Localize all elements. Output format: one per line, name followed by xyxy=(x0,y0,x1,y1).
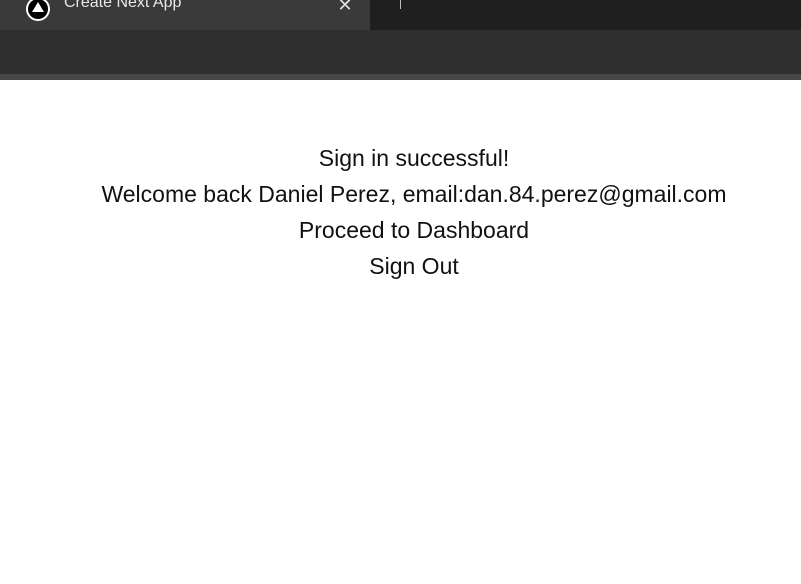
browser-chrome: Create Next App ✕ xyxy=(0,0,801,80)
tab-divider xyxy=(400,0,401,9)
welcome-message: Welcome back Daniel Perez, email:dan.84.… xyxy=(101,181,727,207)
browser-toolbar xyxy=(0,30,801,74)
proceed-to-dashboard-link[interactable]: Proceed to Dashboard xyxy=(299,215,529,245)
tab-strip: Create Next App ✕ xyxy=(0,0,801,30)
page-content: Sign in successful! Welcome back Daniel … xyxy=(0,80,801,584)
tab-title: Create Next App xyxy=(64,0,182,11)
sign-in-status-text: Sign in successful! xyxy=(318,145,510,171)
nextjs-logo-icon xyxy=(26,0,50,21)
close-icon[interactable]: ✕ xyxy=(336,0,354,14)
active-tab[interactable]: Create Next App ✕ xyxy=(0,0,370,30)
sign-out-link[interactable]: Sign Out xyxy=(369,251,459,281)
